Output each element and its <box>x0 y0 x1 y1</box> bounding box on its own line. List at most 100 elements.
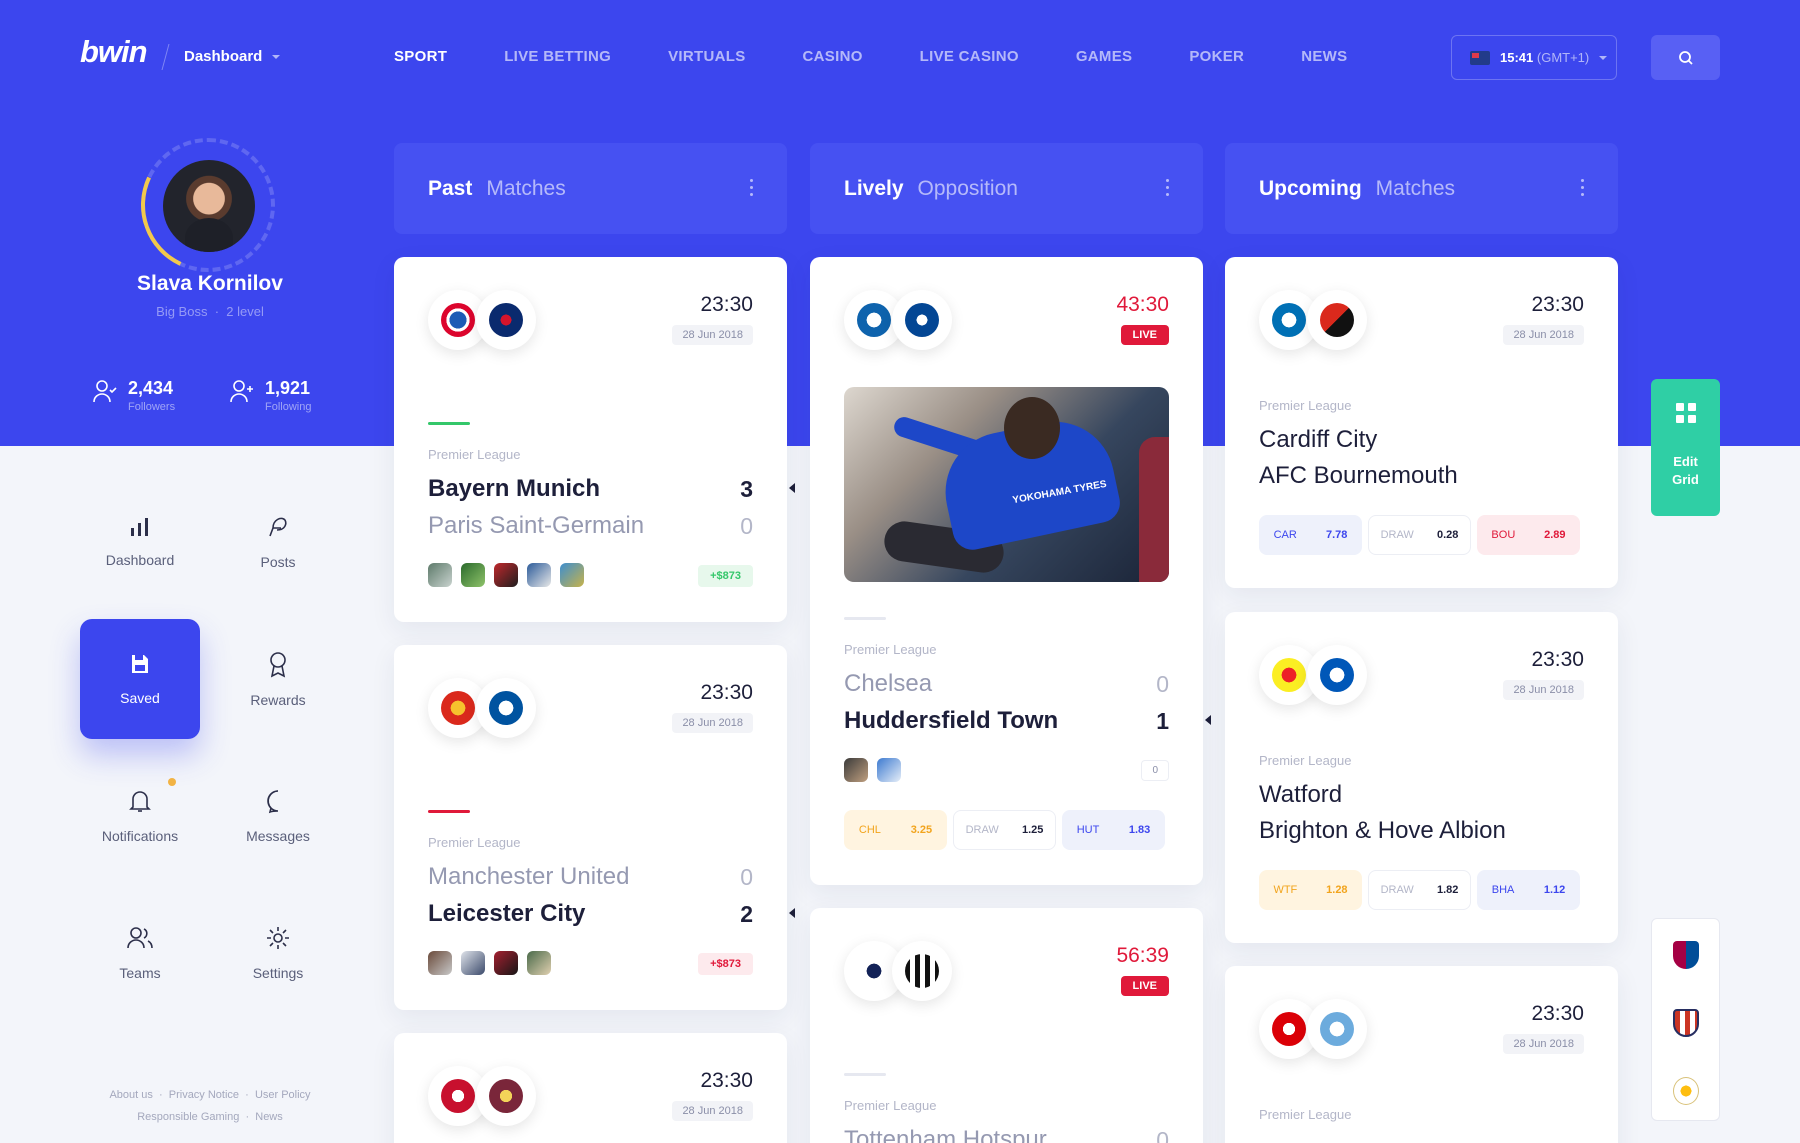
match-time: 23:30 <box>700 681 753 704</box>
live-match-card[interactable]: 56:39 LIVE Premier League Tottenham Hots… <box>810 908 1203 1143</box>
result-accent <box>428 810 470 813</box>
team-score: 3 <box>740 476 753 502</box>
footer-responsible[interactable]: Responsible Gaming <box>137 1111 239 1123</box>
player-avatar[interactable] <box>461 951 485 975</box>
match-card[interactable]: 23:30 28 Jun 2018 Premier League Bayern … <box>394 257 795 622</box>
winnings-badge: +$873 <box>698 953 753 975</box>
player-avatar[interactable] <box>844 758 868 782</box>
chevron-down-icon <box>1599 55 1608 60</box>
nav-live-casino[interactable]: LIVE CASINO <box>920 48 1019 65</box>
odd-draw-button[interactable]: DRAW 1.82 <box>1368 870 1471 910</box>
match-time: 23:30 <box>700 293 753 316</box>
odd-home-button[interactable]: WTF 1.28 <box>1259 870 1362 910</box>
odd-home-button[interactable]: CHL 3.25 <box>844 810 947 850</box>
more-vertical-icon[interactable] <box>1581 179 1584 196</box>
upcoming-match-card[interactable]: 23:30 28 Jun 2018 Premier League <box>1225 966 1618 1143</box>
odd-home-button[interactable]: CAR 7.78 <box>1259 515 1362 555</box>
profile-name: Slava Kornilov <box>137 272 283 295</box>
footer-news[interactable]: News <box>255 1111 283 1123</box>
dashboard-dropdown[interactable]: Dashboard <box>184 48 281 65</box>
match-photo[interactable]: YOKOHAMA TYRES <box>844 387 1169 582</box>
followers-stat[interactable]: 2,434 Followers <box>92 378 175 413</box>
nav-casino[interactable]: CASINO <box>803 48 863 65</box>
player-avatar[interactable] <box>527 563 551 587</box>
feather-icon <box>269 517 287 537</box>
menu-teams-label: Teams <box>119 965 161 981</box>
atletico-crest-icon[interactable] <box>1672 1009 1699 1037</box>
notification-dot <box>168 778 176 786</box>
menu-dashboard[interactable]: Dashboard <box>80 482 200 602</box>
nav-live-betting[interactable]: LIVE BETTING <box>504 48 611 65</box>
match-card[interactable]: 23:30 28 Jun 2018 Premier League Manches… <box>394 645 795 1010</box>
bwin-logo[interactable]: bwin <box>80 34 148 70</box>
player-avatar[interactable] <box>428 951 452 975</box>
match-card[interactable]: 23:30 28 Jun 2018 <box>394 1033 787 1143</box>
menu-messages[interactable]: Messages <box>218 756 338 876</box>
following-stat[interactable]: 1,921 Following <box>229 378 311 413</box>
gear-icon <box>267 927 289 949</box>
barcelona-crest-icon[interactable] <box>1672 941 1699 969</box>
nav-sport[interactable]: SPORT <box>394 48 447 65</box>
team-score: 0 <box>1156 1127 1169 1143</box>
player-avatar[interactable] <box>494 951 518 975</box>
menu-dashboard-label: Dashboard <box>105 552 175 568</box>
menu-rewards[interactable]: Rewards <box>218 619 338 739</box>
nav-poker[interactable]: POKER <box>1189 48 1244 65</box>
avatar[interactable] <box>163 160 255 252</box>
upcoming-match-card[interactable]: 23:30 28 Jun 2018 Premier League Watford… <box>1225 612 1618 943</box>
match-time: 23:30 <box>1531 648 1584 671</box>
newcastle-logo-icon <box>892 941 952 1001</box>
live-match-card[interactable]: 43:30 LIVE YOKOHAMA TYRES Premier League… <box>810 257 1211 885</box>
odd-away-button[interactable]: BHA 1.12 <box>1477 870 1580 910</box>
following-count: 1,921 <box>265 378 311 398</box>
menu-saved-label: Saved <box>120 690 160 706</box>
odd-draw-button[interactable]: DRAW 0.28 <box>1368 515 1471 555</box>
menu-messages-label: Messages <box>246 828 310 844</box>
player-figure <box>1004 397 1060 459</box>
team-logos <box>428 678 538 738</box>
footer-about[interactable]: About us <box>109 1089 152 1101</box>
menu-settings[interactable]: Settings <box>218 893 338 1013</box>
match-date: 28 Jun 2018 <box>1503 680 1584 700</box>
edit-grid-label-2: Grid <box>1672 472 1699 487</box>
upcoming-match-card[interactable]: 23:30 28 Jun 2018 Premier League Cardiff… <box>1225 257 1618 588</box>
menu-notifications[interactable]: Notifications <box>80 756 200 876</box>
menu-saved[interactable]: Saved <box>80 619 200 739</box>
player-avatar[interactable] <box>877 758 901 782</box>
team-name: Huddersfield Town <box>844 707 1059 734</box>
odds-row: WTF 1.28 DRAW 1.82 BHA 1.12 <box>1259 870 1580 910</box>
odd-away-button[interactable]: BOU 2.89 <box>1477 515 1580 555</box>
footer-privacy[interactable]: Privacy Notice <box>169 1089 239 1101</box>
team-logos <box>1259 999 1369 1059</box>
real-madrid-crest-icon[interactable] <box>1672 1077 1699 1105</box>
footer-links: About us · Privacy Notice · User Policy … <box>109 1089 311 1123</box>
menu-posts-label: Posts <box>260 554 296 570</box>
player-avatar[interactable] <box>560 563 584 587</box>
search-button[interactable] <box>1651 35 1720 80</box>
menu-posts[interactable]: Posts <box>218 482 338 602</box>
menu-teams[interactable]: Teams <box>80 893 200 1013</box>
player-avatar[interactable] <box>527 951 551 975</box>
bournemouth-logo-icon <box>1307 290 1367 350</box>
nav-games[interactable]: GAMES <box>1076 48 1133 65</box>
winner-indicator <box>1205 715 1211 725</box>
live-badge: LIVE <box>1120 325 1169 345</box>
live-badge: LIVE <box>1120 976 1169 996</box>
player-avatar[interactable] <box>494 563 518 587</box>
player-avatars <box>428 563 584 587</box>
timezone-selector[interactable]: 15:41 (GMT+1) <box>1451 35 1617 80</box>
footer-policy[interactable]: User Policy <box>255 1089 311 1101</box>
odd-away-button[interactable]: HUT 1.83 <box>1062 810 1165 850</box>
more-vertical-icon[interactable] <box>1166 179 1169 196</box>
team-score: 0 <box>740 864 753 890</box>
nav-virtuals[interactable]: VIRTUALS <box>668 48 745 65</box>
odds-row: CHL 3.25 DRAW 1.25 HUT 1.83 <box>844 810 1165 850</box>
more-vertical-icon[interactable] <box>750 179 753 196</box>
league-name: Premier League <box>428 835 521 850</box>
edit-grid-button[interactable]: Edit Grid <box>1651 379 1720 516</box>
player-avatar[interactable] <box>428 563 452 587</box>
player-avatar[interactable] <box>461 563 485 587</box>
nav-news[interactable]: NEWS <box>1301 48 1347 65</box>
odd-draw-button[interactable]: DRAW 1.25 <box>953 810 1056 850</box>
team-name: Cardiff City <box>1259 426 1378 453</box>
